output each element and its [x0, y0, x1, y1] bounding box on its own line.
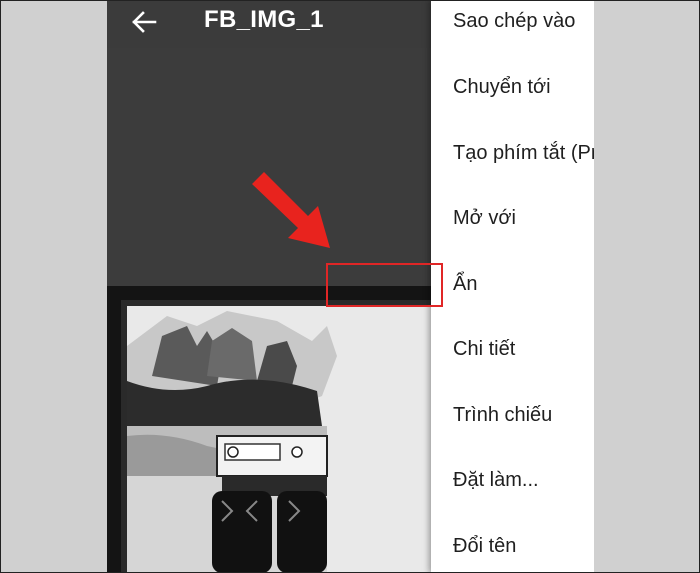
menu-item-copy-to[interactable]: Sao chép vào: [431, 0, 594, 43]
menu-item-open-with[interactable]: Mở với: [431, 196, 594, 240]
menu-item-hide[interactable]: Ẩn: [431, 262, 594, 306]
menu-item-create-shortcut[interactable]: Tạo phím tắt (Pro): [431, 131, 594, 175]
menu-item-slideshow[interactable]: Trình chiếu: [431, 393, 594, 437]
menu-item-details[interactable]: Chi tiết: [431, 327, 594, 371]
menu-item-set-as[interactable]: Đặt làm...: [431, 458, 594, 502]
menu-item-move-to[interactable]: Chuyển tới: [431, 65, 594, 109]
arrow-back-icon: [132, 11, 157, 33]
phone-screen: FB_IMG_1 Sao chép vào Chuyển tới Tạo phí…: [107, 0, 594, 573]
back-button[interactable]: [127, 8, 161, 36]
overflow-menu: Sao chép vào Chuyển tới Tạo phím tắt (Pr…: [431, 0, 594, 573]
file-title: FB_IMG_1: [204, 6, 324, 33]
menu-item-rename[interactable]: Đổi tên: [431, 524, 594, 568]
